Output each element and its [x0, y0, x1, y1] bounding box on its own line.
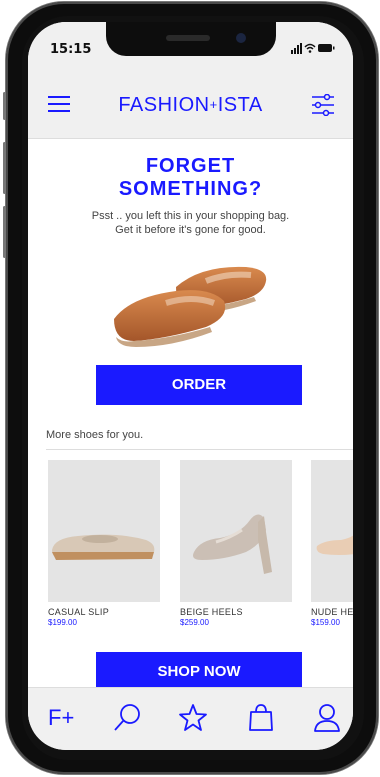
product-image [48, 460, 160, 602]
volume-down-button [3, 206, 6, 258]
product-card-nude-heels[interactable]: NUDE HEELS $159.00 [311, 460, 353, 627]
status-icons [291, 42, 335, 57]
product-price: $199.00 [48, 618, 77, 627]
brand-left: FASHION [118, 94, 210, 116]
bag-icon[interactable] [246, 702, 276, 734]
hero-shoe-image [114, 266, 267, 347]
product-card-casual-slip[interactable]: CASUAL SLIP $199.00 [48, 460, 160, 627]
nude-heels-image [316, 535, 353, 555]
section-divider [46, 449, 353, 450]
star-icon[interactable] [178, 702, 208, 734]
product-name: NUDE HEELS [311, 607, 353, 617]
mute-switch [3, 92, 6, 120]
promo-title-line2: SOMETHING? [118, 178, 263, 200]
sliders-icon[interactable] [311, 94, 335, 116]
promo-subtitle: Psst .. you left this in your shopping b… [28, 209, 353, 237]
product-image [180, 460, 292, 602]
promo-subtitle-line1: Psst .. you left this in your shopping b… [91, 210, 290, 222]
brand-logo: FASHION+ISTA [28, 94, 353, 117]
brand-icon: F+ [48, 705, 75, 730]
product-image [311, 460, 353, 602]
signal-wifi-battery-icon [291, 43, 335, 54]
product-name: CASUAL SLIP [48, 607, 109, 617]
notch [106, 22, 276, 56]
front-camera [236, 33, 246, 43]
status-time: 15:15 [50, 42, 92, 57]
beige-heels-image [193, 514, 272, 574]
more-shoes-label: More shoes for you. [46, 429, 144, 441]
product-price: $259.00 [180, 618, 209, 627]
brand-plus: + [209, 97, 218, 112]
app-header: FASHION+ISTA [28, 72, 353, 139]
promo-title-line1: FORGET [145, 155, 236, 177]
speaker [166, 35, 210, 41]
status-bar: 15:15 [28, 22, 353, 72]
product-card-beige-heels[interactable]: BEIGE HEELS $259.00 [180, 460, 292, 627]
volume-up-button [3, 142, 6, 194]
app-screen: 15:15 FASHION+ISTA FORGET SOMETHING? Pss… [28, 22, 353, 750]
bottom-tab-bar: F+ [28, 687, 353, 750]
promo-title: FORGET SOMETHING? [28, 155, 353, 201]
shop-now-button[interactable]: SHOP NOW [96, 652, 302, 692]
casual-slip-image [52, 534, 155, 560]
tab-home[interactable]: F+ [48, 702, 78, 734]
product-name: BEIGE HEELS [180, 607, 243, 617]
user-icon[interactable] [312, 702, 342, 734]
product-price: $159.00 [311, 618, 340, 627]
search-icon[interactable] [112, 702, 142, 734]
order-button[interactable]: ORDER [96, 365, 302, 405]
brand-right: ISTA [217, 94, 263, 116]
promo-subtitle-line2: Get it before it's gone for good. [115, 224, 266, 236]
